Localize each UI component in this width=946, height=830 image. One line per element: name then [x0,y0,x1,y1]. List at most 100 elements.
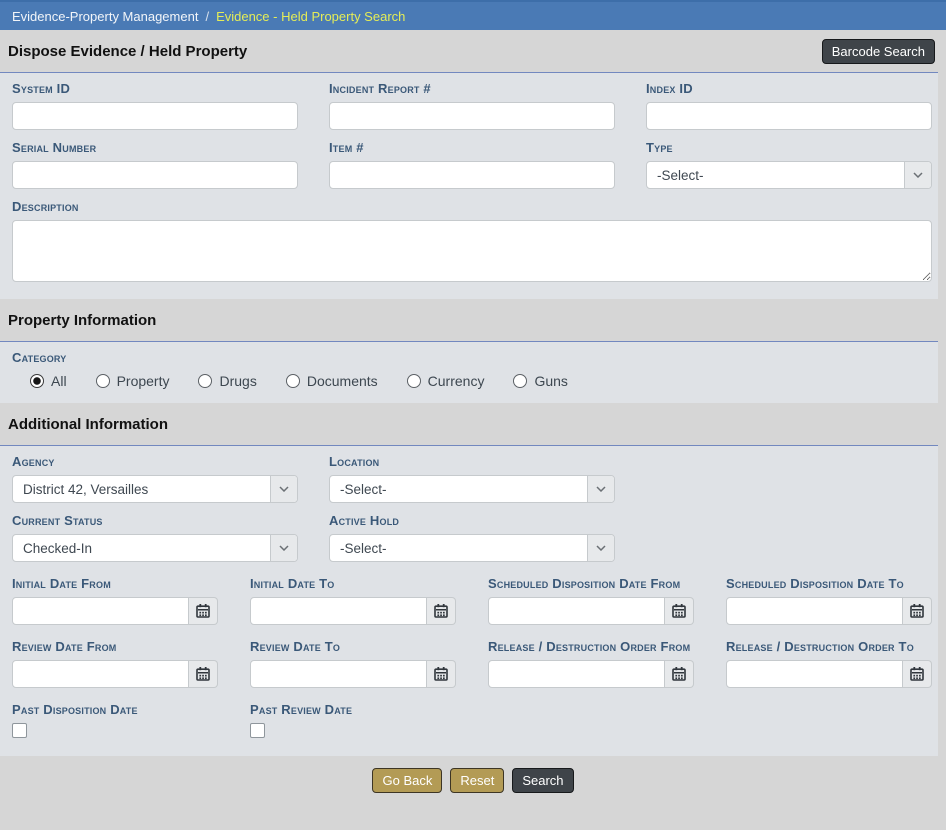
calendar-button[interactable] [665,660,694,688]
active-hold-field: Active Hold -Select- [329,503,615,562]
chevron-down-icon [587,476,614,502]
past-disposition-date-field: Past Disposition Date [12,688,218,744]
calendar-button[interactable] [427,597,456,625]
calendar-button[interactable] [189,660,218,688]
barcode-search-button[interactable]: Barcode Search [822,39,935,64]
category-radio-guns[interactable]: Guns [513,373,567,389]
calendar-button[interactable] [903,597,932,625]
breadcrumb-parent-link[interactable]: Evidence-Property Management [12,9,198,24]
page-title: Dispose Evidence / Held Property [8,43,247,60]
scheduled-disposition-date-to-label: Scheduled Disposition Date To [726,576,932,591]
past-review-date-field: Past Review Date [250,688,456,744]
item-number-field: Item # [329,130,615,189]
initial-date-to-input[interactable] [250,597,427,625]
category-radio-property-input[interactable] [96,374,110,388]
calendar-button[interactable] [903,660,932,688]
system-id-field: System ID [12,73,298,130]
category-label: Category [12,350,932,365]
agency-select[interactable]: District 42, Versailles [12,475,298,503]
chevron-down-icon [587,535,614,561]
description-field: Description [0,199,938,287]
current-status-select-value: Checked-In [13,535,270,561]
scheduled-disposition-date-from-field: Scheduled Disposition Date From [488,562,694,625]
calendar-icon [434,604,448,618]
calendar-button[interactable] [665,597,694,625]
initial-date-to-label: Initial Date To [250,576,456,591]
active-hold-label: Active Hold [329,513,615,528]
initial-date-from-label: Initial Date From [12,576,218,591]
reset-button[interactable]: Reset [450,768,504,793]
release-destruction-order-from-label: Release / Destruction Order From [488,639,694,654]
location-select-value: -Select- [330,476,587,502]
system-id-input[interactable] [12,102,298,130]
index-id-input[interactable] [646,102,932,130]
category-radio-all[interactable]: All [30,373,67,389]
serial-number-field: Serial Number [12,130,298,189]
initial-date-to-field: Initial Date To [250,562,456,625]
current-status-label: Current Status [12,513,298,528]
additional-information-header: Additional Information [0,403,946,445]
calendar-button[interactable] [427,660,456,688]
type-select-value: -Select- [647,162,904,188]
agency-field: Agency District 42, Versailles [12,446,298,503]
review-date-from-input[interactable] [12,660,189,688]
category-radio-property[interactable]: Property [96,373,170,389]
category-radio-drugs[interactable]: Drugs [198,373,256,389]
active-hold-select[interactable]: -Select- [329,534,615,562]
initial-date-from-input[interactable] [12,597,189,625]
breadcrumb-current-link[interactable]: Evidence - Held Property Search [216,9,405,24]
location-select[interactable]: -Select- [329,475,615,503]
review-date-from-label: Review Date From [12,639,218,654]
release-destruction-order-to-input[interactable] [726,660,903,688]
scheduled-disposition-date-to-input[interactable] [726,597,903,625]
go-back-button[interactable]: Go Back [372,768,442,793]
category-radio-currency-label: Currency [428,373,485,389]
page-header: Dispose Evidence / Held Property Barcode… [0,30,946,72]
past-review-date-checkbox[interactable] [250,723,265,738]
category-radio-drugs-input[interactable] [198,374,212,388]
release-destruction-order-from-input[interactable] [488,660,665,688]
past-disposition-date-checkbox[interactable] [12,723,27,738]
type-select[interactable]: -Select- [646,161,932,189]
current-status-field: Current Status Checked-In [12,503,298,562]
review-date-from-field: Review Date From [12,625,218,688]
footer-actions: Go Back Reset Search [0,756,946,806]
category-radio-group: All Property Drugs Documents Currency Gu… [0,371,938,403]
breadcrumb: Evidence-Property Management / Evidence … [0,0,946,30]
agency-label: Agency [12,454,298,469]
chevron-down-icon [270,476,297,502]
category-radio-guns-input[interactable] [513,374,527,388]
incident-report-label: Incident Report # [329,81,615,96]
category-radio-guns-label: Guns [534,373,567,389]
item-number-input[interactable] [329,161,615,189]
category-radio-documents-input[interactable] [286,374,300,388]
item-number-label: Item # [329,140,615,155]
scheduled-disposition-date-from-input[interactable] [488,597,665,625]
category-radio-drugs-label: Drugs [219,373,256,389]
category-radio-all-input[interactable] [30,374,44,388]
past-review-date-label: Past Review Date [250,702,456,717]
calendar-icon [910,604,924,618]
type-label: Type [646,140,932,155]
category-radio-all-label: All [51,373,67,389]
chevron-down-icon [270,535,297,561]
review-date-to-input[interactable] [250,660,427,688]
incident-report-input[interactable] [329,102,615,130]
calendar-icon [910,667,924,681]
index-id-field: Index ID [646,73,932,130]
property-information-title: Property Information [8,312,156,329]
additional-information-title: Additional Information [8,416,168,433]
current-status-select[interactable]: Checked-In [12,534,298,562]
description-textarea[interactable] [12,220,932,282]
calendar-icon [196,667,210,681]
category-radio-currency-input[interactable] [407,374,421,388]
agency-select-value: District 42, Versailles [13,476,270,502]
calendar-icon [672,604,686,618]
search-button[interactable]: Search [512,768,573,793]
serial-number-input[interactable] [12,161,298,189]
calendar-button[interactable] [189,597,218,625]
category-radio-documents[interactable]: Documents [286,373,378,389]
review-date-to-label: Review Date To [250,639,456,654]
initial-date-from-field: Initial Date From [12,562,218,625]
category-radio-currency[interactable]: Currency [407,373,485,389]
